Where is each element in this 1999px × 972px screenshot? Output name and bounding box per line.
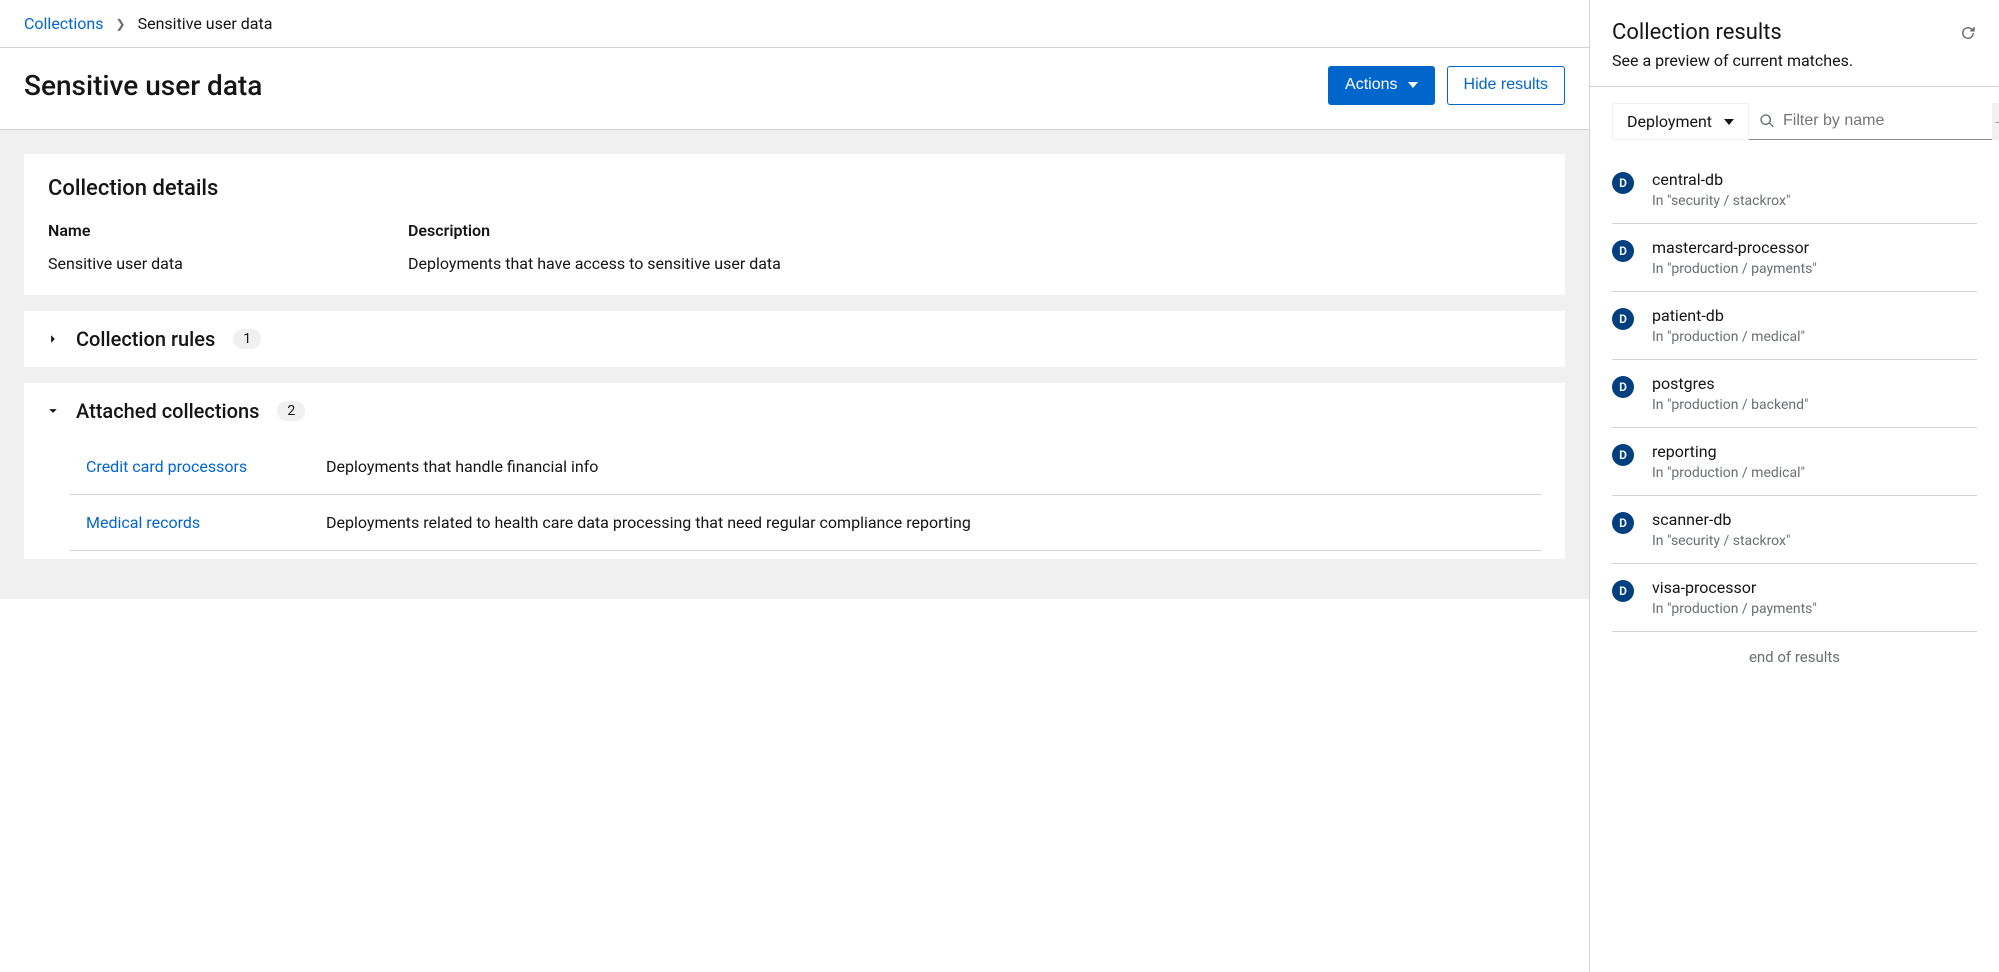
result-item[interactable]: Dscanner-db In "security / stackrox" [1612,496,1977,564]
attached-collections-panel: Attached collections 2 Credit card proce… [24,383,1565,559]
result-location: In "security / stackrox" [1652,533,1977,549]
description-value: Deployments that have access to sensitiv… [408,254,1541,273]
refresh-icon[interactable] [1959,24,1977,46]
deployment-badge-icon: D [1612,376,1634,398]
result-location: In "production / medical" [1652,329,1977,345]
name-value: Sensitive user data [48,254,408,273]
attached-collections-title: Attached collections [76,399,259,423]
collection-rules-panel: Collection rules 1 [24,311,1565,367]
page-header: Sensitive user data Actions Hide results [0,48,1589,130]
caret-down-icon [1408,82,1418,88]
result-location: In "production / backend" [1652,397,1977,413]
attached-collection-row: Medical records Deployments related to he… [70,495,1541,551]
result-item[interactable]: Dreporting In "production / medical" [1612,428,1977,496]
result-location: In "security / stackrox" [1652,193,1977,209]
collection-rules-toggle[interactable]: Collection rules 1 [24,311,1565,367]
result-location: In "production / payments" [1652,601,1977,617]
filter-type-select[interactable]: Deployment [1612,103,1749,140]
breadcrumb-root-link[interactable]: Collections [24,14,104,33]
chevron-down-icon [48,406,58,416]
arrow-right-icon [1992,114,1999,130]
result-name: reporting [1652,442,1977,461]
result-name: patient-db [1652,306,1977,325]
deployment-badge-icon: D [1612,444,1634,466]
results-subtitle: See a preview of current matches. [1612,51,1853,70]
result-item[interactable]: Dcentral-db In "security / stackrox" [1612,156,1977,224]
chevron-right-icon [48,334,58,344]
deployment-badge-icon: D [1612,172,1634,194]
filter-submit-button[interactable] [1992,103,1999,140]
result-name: central-db [1652,170,1977,189]
attached-collection-link[interactable]: Medical records [86,513,200,532]
results-sidebar: Collection results See a preview of curr… [1589,0,1999,972]
result-location: In "production / payments" [1652,261,1977,277]
chevron-right-icon: ❯ [116,17,126,31]
attached-collections-toggle[interactable]: Attached collections 2 [24,383,1565,439]
result-name: postgres [1652,374,1977,393]
actions-dropdown-button[interactable]: Actions [1328,66,1434,105]
result-name: mastercard-processor [1652,238,1977,257]
result-name: scanner-db [1652,510,1977,529]
attached-collection-description: Deployments that handle financial info [326,457,1525,476]
collection-details-panel: Collection details Name Sensitive user d… [24,154,1565,295]
actions-button-label: Actions [1345,75,1397,96]
page-title: Sensitive user data [24,69,262,102]
filter-type-label: Deployment [1627,112,1712,131]
deployment-badge-icon: D [1612,308,1634,330]
collection-details-title: Collection details [48,176,1541,201]
collection-rules-count-badge: 1 [233,329,261,349]
result-item[interactable]: Dmastercard-processor In "production / pa… [1612,224,1977,292]
collection-rules-title: Collection rules [76,327,215,351]
filter-name-input[interactable] [1783,104,1990,138]
attached-collections-count-badge: 2 [277,401,305,421]
name-label: Name [48,221,408,240]
deployment-badge-icon: D [1612,512,1634,534]
description-label: Description [408,221,1541,240]
attached-collection-link[interactable]: Credit card processors [86,457,247,476]
result-item[interactable]: Dvisa-processor In "production / payments… [1612,564,1977,632]
result-item[interactable]: Dpatient-db In "production / medical" [1612,292,1977,360]
deployment-badge-icon: D [1612,580,1634,602]
results-title: Collection results [1612,20,1853,45]
breadcrumb: Collections ❯ Sensitive user data [0,0,1589,48]
result-item[interactable]: Dpostgres In "production / backend" [1612,360,1977,428]
caret-down-icon [1724,119,1734,125]
deployment-badge-icon: D [1612,240,1634,262]
breadcrumb-current: Sensitive user data [138,14,273,33]
result-name: visa-processor [1652,578,1977,597]
hide-results-button[interactable]: Hide results [1447,66,1565,105]
attached-collection-description: Deployments related to health care data … [326,513,1525,532]
attached-collection-row: Credit card processors Deployments that h… [70,439,1541,495]
search-icon [1759,113,1775,129]
end-of-results-label: end of results [1612,632,1977,674]
result-location: In "production / medical" [1652,465,1977,481]
